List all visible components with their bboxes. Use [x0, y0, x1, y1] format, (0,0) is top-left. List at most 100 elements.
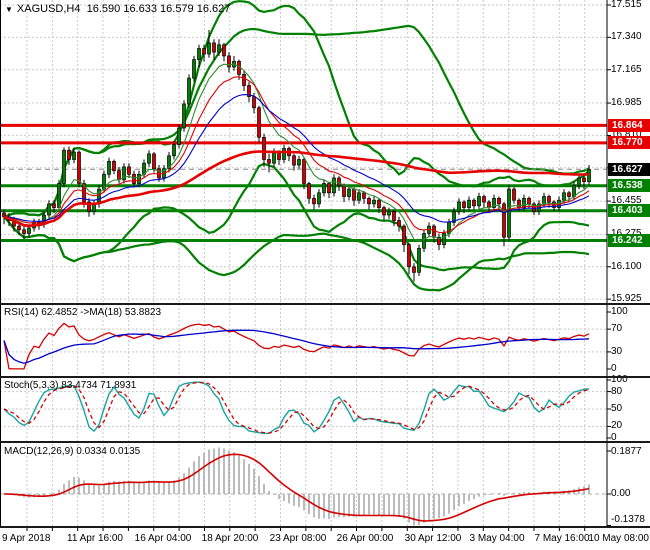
- candle-body: [478, 197, 481, 206]
- ohlc-readout: 16.590 16.633 16.579 16.627: [87, 3, 231, 15]
- candle-body: [368, 198, 371, 204]
- candle-body: [333, 178, 336, 193]
- time-axis-label: 9 Apr 2018: [2, 533, 50, 544]
- macd-axis-label: 0.00: [611, 488, 630, 499]
- candle-body: [178, 128, 181, 145]
- candle-body: [548, 197, 551, 203]
- time-axis-label: 3 May 04:00: [469, 533, 524, 544]
- price-axis-label: 16.985: [611, 97, 642, 108]
- time-axis-label: 30 Apr 12:00: [405, 533, 462, 544]
- candle-body: [508, 189, 511, 237]
- price-badge-last: 16.627: [608, 163, 650, 176]
- candle-body: [393, 211, 396, 220]
- chart-window: ▼ XAGUSD,H4 16.590 16.633 16.579 16.627 R…: [0, 0, 650, 550]
- candle-body: [273, 152, 276, 163]
- candle-body: [203, 49, 206, 55]
- candle-body: [208, 43, 211, 54]
- candle-body: [458, 202, 461, 211]
- pane-separator[interactable]: [0, 526, 650, 528]
- candle-body: [563, 193, 566, 200]
- stoch-axis-label: 20: [611, 420, 622, 431]
- time-axis-label: 26 Apr 00:00: [337, 533, 394, 544]
- rsi-axis-label: 0: [611, 363, 617, 374]
- candle-body: [18, 226, 21, 230]
- macd-histogram: [4, 448, 589, 526]
- candle-body: [568, 193, 571, 197]
- candle-body: [298, 160, 301, 166]
- candle-body: [423, 234, 426, 249]
- stoch-pane-label: Stoch(5,3,3) 83.4734 71.8931: [4, 380, 136, 391]
- candle-body: [528, 198, 531, 204]
- symbol-dropdown-icon[interactable]: ▼: [5, 5, 13, 14]
- rsi-pane-label: RSI(14) 62.4852 ->MA(18) 53.8823: [4, 307, 161, 318]
- candle-body: [263, 137, 266, 159]
- candle-body: [133, 174, 136, 183]
- price-badge-support: 16.403: [608, 204, 650, 217]
- pane-separator[interactable]: [0, 303, 650, 305]
- candle-body: [483, 197, 486, 203]
- candle-body: [308, 184, 311, 199]
- candle-body: [318, 193, 321, 204]
- price-axis-label: 17.515: [611, 0, 642, 10]
- rsi-axis-label: 100: [611, 306, 628, 317]
- time-axis-label: 18 Apr 20:00: [202, 533, 259, 544]
- time-axis-label: 7 May 16:00: [534, 533, 589, 544]
- candle-body: [303, 160, 306, 184]
- candle-body: [468, 200, 471, 207]
- candle-body: [73, 152, 76, 159]
- bollinger-lower-band: [4, 164, 589, 270]
- candle-body: [293, 156, 296, 165]
- candle-body: [408, 245, 411, 267]
- candle-body: [63, 150, 66, 183]
- candle-body: [198, 49, 201, 60]
- symbol-name: XAGUSD,H4: [17, 3, 81, 15]
- candle-body: [58, 184, 61, 208]
- candle-body: [153, 154, 156, 169]
- pane-separator[interactable]: [0, 376, 650, 378]
- macd-axis-label: -0.1378: [611, 514, 645, 525]
- sma-long-line: [4, 152, 589, 226]
- candle-body: [183, 104, 186, 128]
- candle-body: [348, 189, 351, 196]
- candle-body: [388, 211, 391, 215]
- time-axis-label: 10 May 08:00: [588, 533, 649, 544]
- candle-body: [213, 43, 216, 52]
- bollinger-upper-band: [4, 26, 589, 217]
- candle-body: [68, 150, 71, 159]
- candle-body: [583, 178, 586, 182]
- chart-canvas[interactable]: [0, 0, 650, 550]
- candle-body: [253, 97, 256, 108]
- candle-body: [498, 198, 501, 204]
- symbol-label-row: ▼ XAGUSD,H4 16.590 16.633 16.579 16.627: [5, 3, 230, 15]
- macd-pane-label: MACD(12,26,9) 0.0334 0.0135: [4, 446, 140, 457]
- candle-body: [148, 154, 151, 163]
- price-badge-support: 16.242: [608, 234, 650, 247]
- candle-body: [268, 160, 271, 164]
- candle-body: [398, 221, 401, 227]
- pane-separator[interactable]: [0, 441, 650, 443]
- macd-signal-line: [4, 454, 589, 521]
- candle-body: [378, 200, 381, 207]
- bollinger-lower-band: [4, 217, 589, 291]
- candle-body: [218, 45, 221, 52]
- candle-body: [113, 161, 116, 170]
- candle-body: [403, 226, 406, 245]
- price-axis-label: 16.100: [611, 261, 642, 272]
- time-axis-label: 23 Apr 08:00: [270, 533, 327, 544]
- rsi-axis-label: 30: [611, 346, 622, 357]
- candle-body: [283, 148, 286, 159]
- candle-body: [463, 202, 466, 208]
- candle-body: [23, 230, 26, 234]
- candle-body: [243, 74, 246, 85]
- candle-body: [193, 60, 196, 79]
- candle-body: [138, 174, 141, 183]
- candle-body: [158, 169, 161, 178]
- candle-body: [473, 200, 476, 206]
- price-badge-support: 16.538: [608, 179, 650, 192]
- candle-body: [28, 228, 31, 234]
- candle-body: [373, 200, 376, 204]
- candle-body: [573, 185, 576, 196]
- candle-body: [363, 193, 366, 199]
- candle-body: [53, 204, 56, 208]
- candle-body: [443, 234, 446, 245]
